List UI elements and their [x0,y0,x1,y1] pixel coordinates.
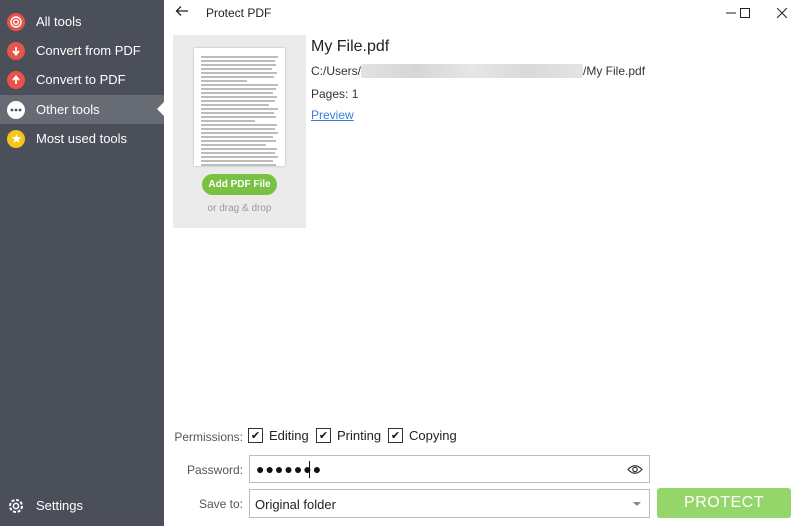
pdf-thumbnail [194,48,285,166]
sidebar-item-other-tools[interactable]: Other tools [0,95,164,124]
settings-label: Settings [36,498,83,513]
redacted-path-segment [361,64,584,78]
thumbnail-text-line [201,148,278,150]
thumbnail-text-line [201,164,277,166]
file-name: My File.pdf [311,38,390,55]
password-input[interactable]: ●●●●●●● [249,455,650,483]
thumbnail-text-line [201,80,248,82]
maximize-button[interactable] [728,0,762,26]
thumbnail-text-line [201,120,255,122]
thumbnail-text-line [201,140,276,142]
protect-button[interactable]: PROTECT [657,488,791,518]
page-count: Pages: 1 [311,87,359,101]
title-bar: Protect PDF [164,0,799,26]
thumbnail-text-line [201,132,278,134]
thumbnail-text-line [201,160,274,162]
sidebar-item-most-used-tools[interactable]: Most used tools [0,124,164,153]
permission-copying-checkbox[interactable]: ✔ Copying [388,428,457,443]
save-to-label: Save to: [198,497,243,511]
thumbnail-text-line [201,64,277,66]
eye-icon[interactable] [627,464,643,475]
permission-printing-checkbox[interactable]: ✔ Printing [316,428,381,443]
thumbnail-text-line [201,56,278,58]
chevron-down-icon [633,502,641,506]
permission-label: Copying [409,428,457,443]
drag-drop-hint: or drag & drop [207,203,272,214]
back-button[interactable] [172,4,192,22]
arrow-down-icon [7,41,25,60]
sidebar-item-label: Convert from PDF [36,43,141,58]
file-path-suffix: /My File.pdf [583,64,646,78]
window-title: Protect PDF [206,6,272,20]
sidebar: All tools Convert from PDF Convert to PD… [0,0,164,526]
close-button[interactable] [765,0,799,26]
file-path: C:/Users/ /My File.pdf [311,63,645,79]
text-caret [309,461,310,478]
permissions-label: Permissions: [174,430,243,444]
thumbnail-text-line [201,104,269,106]
checkbox-check-icon: ✔ [316,428,331,443]
thumbnail-text-line [201,68,272,70]
arrow-up-icon [7,70,25,89]
sidebar-item-label: Other tools [36,102,100,117]
file-path-prefix: C:/Users/ [311,64,362,78]
thumbnail-text-line [201,96,278,98]
sidebar-item-label: All tools [36,14,82,29]
preview-link[interactable]: Preview [311,108,354,122]
thumbnail-text-line [201,112,275,114]
sidebar-item-label: Convert to PDF [36,72,126,87]
more-dots-icon [7,100,25,119]
password-label: Password: [186,463,243,477]
password-value: ●●●●●●● [256,461,323,477]
permission-label: Printing [337,428,382,443]
save-to-value: Original folder [255,497,336,512]
thumbnail-text-line [201,108,278,110]
sidebar-item-all-tools[interactable]: All tools [0,7,164,36]
arrow-left-icon [175,6,188,16]
permission-editing-checkbox[interactable]: ✔ Editing [248,428,309,443]
checkbox-check-icon: ✔ [248,428,263,443]
sidebar-item-convert-to-pdf[interactable]: Convert to PDF [0,65,164,94]
thumbnail-text-line [201,92,274,94]
thumbnail-text-line [201,76,275,78]
target-icon [7,12,25,31]
thumbnail-text-line [201,156,278,158]
thumbnail-text-line [201,136,273,138]
close-icon [777,8,787,18]
save-to-dropdown[interactable]: Original folder [249,489,650,518]
settings-button[interactable]: Settings [0,491,164,520]
pdf-drop-card[interactable]: Add PDF File or drag & drop [173,35,306,228]
permission-label: Editing [269,428,309,443]
thumbnail-text-line [201,116,277,118]
thumbnail-text-line [201,144,267,146]
maximize-icon [740,8,750,18]
thumbnail-text-line [201,72,278,74]
star-icon [7,129,25,148]
sidebar-item-label: Most used tools [36,131,128,146]
thumbnail-text-line [201,88,276,90]
thumbnail-text-line [201,124,278,126]
thumbnail-text-line [201,84,278,86]
add-pdf-file-button[interactable]: Add PDF File [202,174,277,195]
thumbnail-text-line [201,152,275,154]
checkbox-check-icon: ✔ [388,428,403,443]
thumbnail-text-line [201,100,275,102]
gear-icon [7,497,25,515]
thumbnail-text-line [201,60,275,62]
thumbnail-text-line [201,128,275,130]
sidebar-item-convert-from-pdf[interactable]: Convert from PDF [0,36,164,65]
